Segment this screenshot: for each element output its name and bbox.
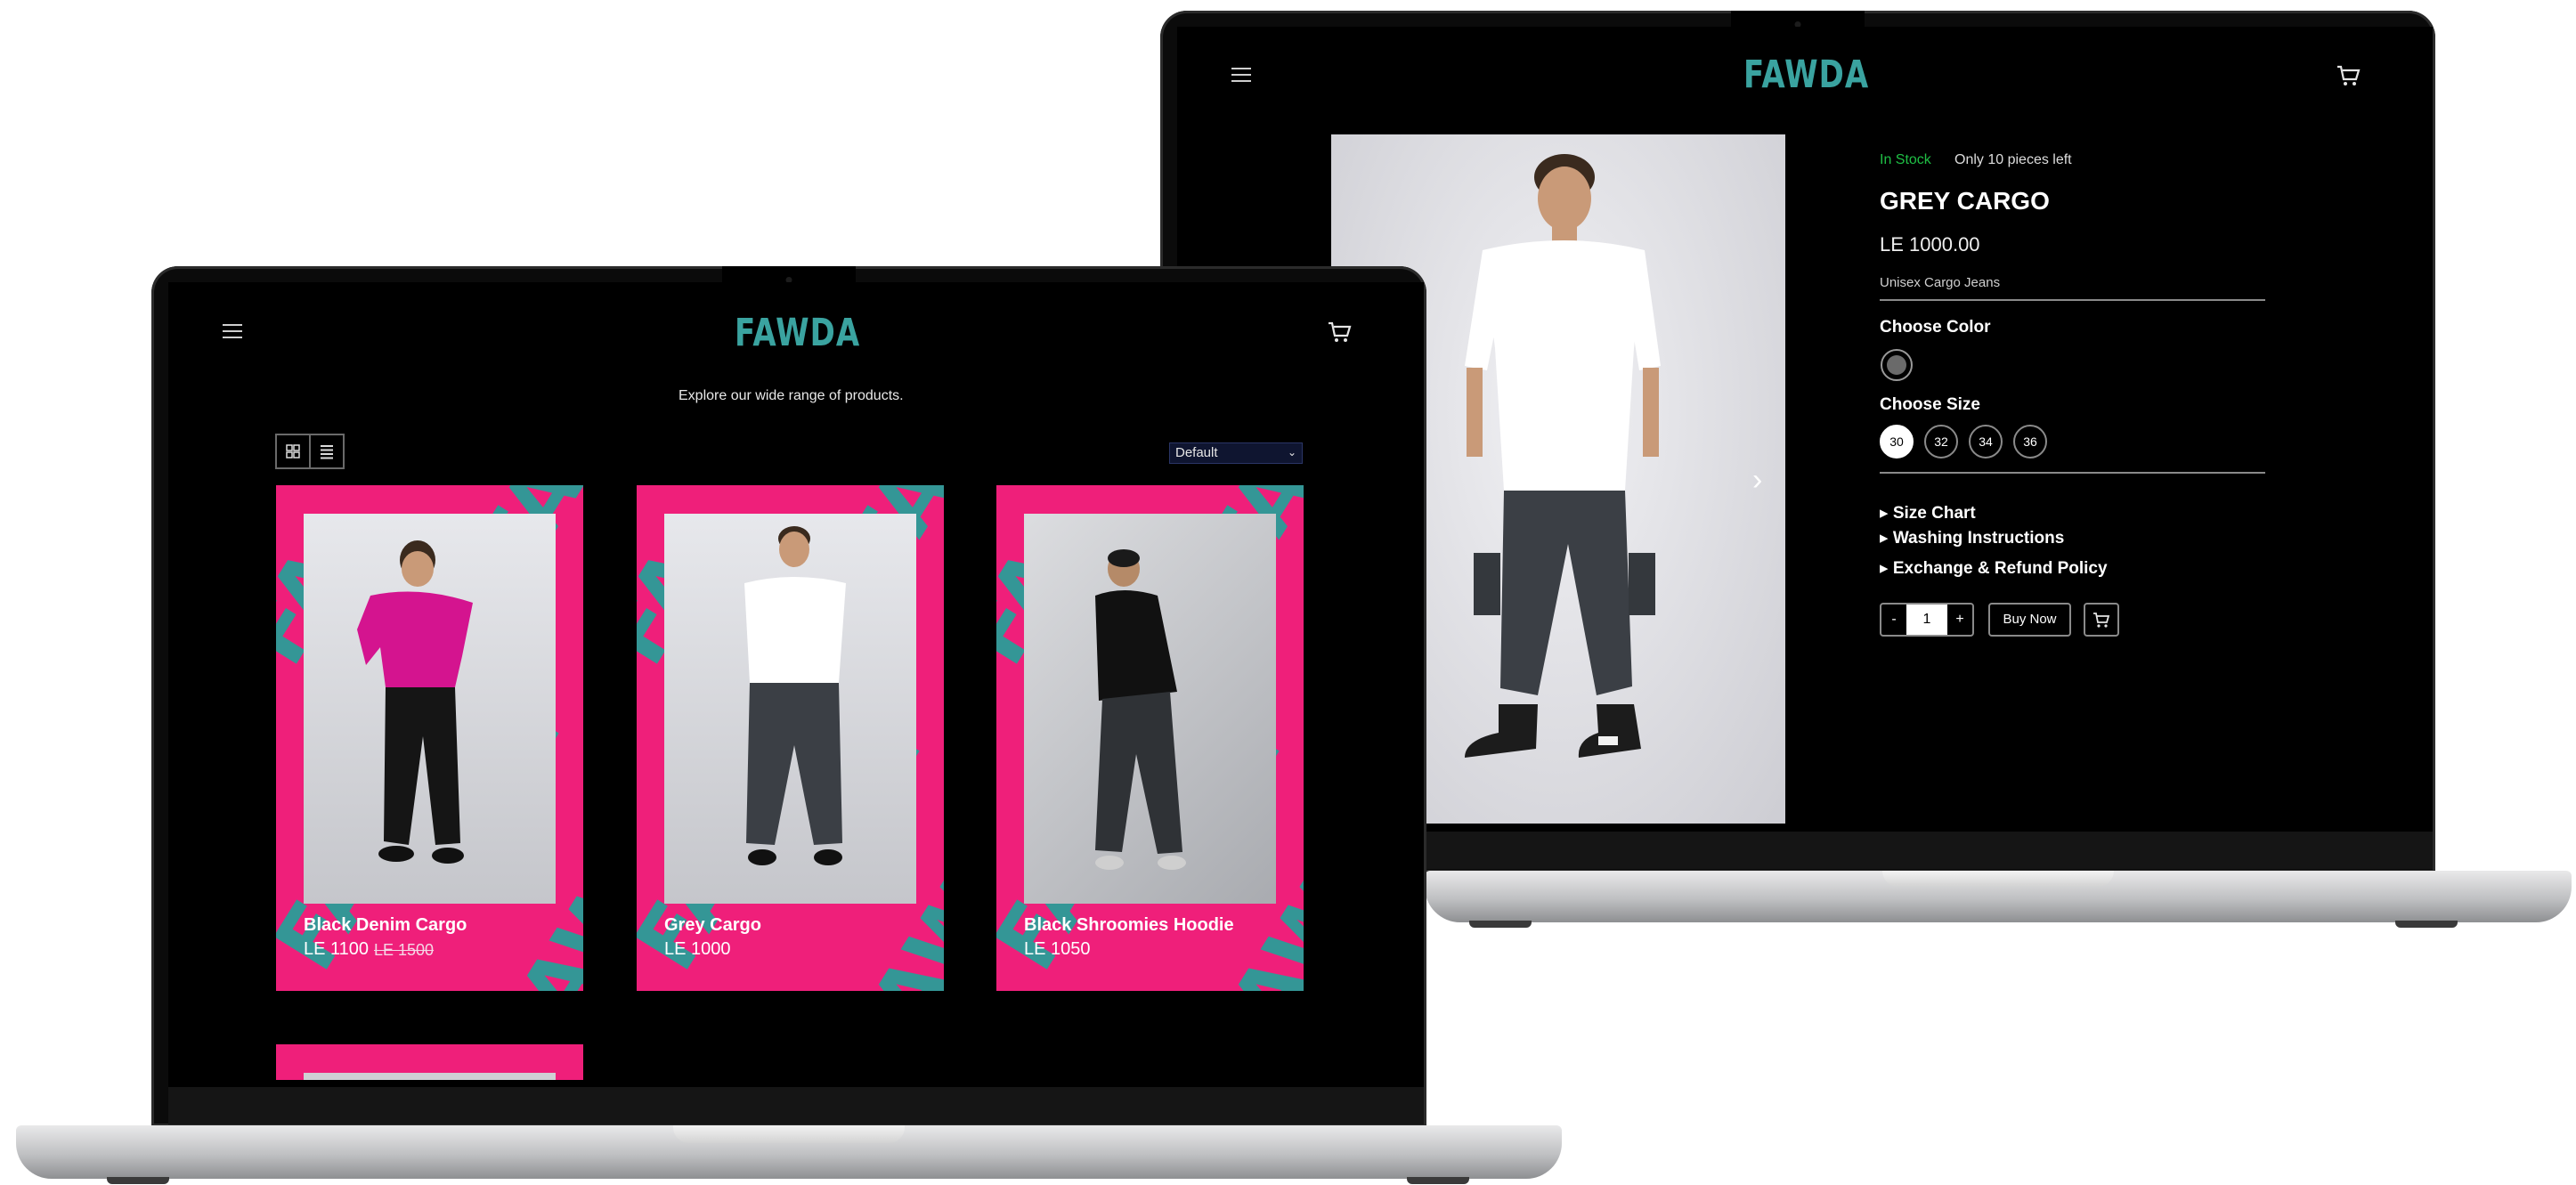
divider <box>1880 299 2265 301</box>
add-to-cart-button[interactable] <box>2084 603 2119 637</box>
qty-increment-button[interactable]: + <box>1947 605 1972 635</box>
product-image <box>664 514 916 904</box>
sort-select[interactable]: Default ⌄ <box>1169 442 1303 464</box>
product-old-price: LE 1500 <box>374 941 435 959</box>
cart-icon <box>2093 613 2110 628</box>
product-image <box>304 514 556 904</box>
stock-remaining: Only 10 pieces left <box>1954 152 2072 167</box>
figure-pants <box>746 683 842 845</box>
menu-icon[interactable] <box>1231 68 1251 82</box>
product-name: Grey Cargo <box>664 915 761 935</box>
accordion-washing-instructions[interactable]: ▸ Washing Instructions <box>1880 528 2064 548</box>
sort-selected-value: Default <box>1175 445 1218 460</box>
chevron-down-icon: ⌄ <box>1287 446 1296 459</box>
shop-tagline: Explore our wide range of products. <box>679 388 904 403</box>
product-card[interactable]: FAFA FAWFAWDA F Grey Cargo LE 1000 <box>637 485 944 991</box>
accordion-label: Size Chart <box>1892 504 1976 523</box>
product-price: LE 1000.00 <box>1880 233 1980 256</box>
front-laptop-base <box>16 1125 1562 1179</box>
back-laptop-base <box>1425 871 2572 922</box>
qty-decrement-button[interactable]: - <box>1881 605 1906 635</box>
product-card[interactable]: FAFA FAWFAWDA F Black Denim Cargo LE 110… <box>276 485 583 991</box>
figure-shirt <box>744 577 846 683</box>
stock-status: In Stock <box>1880 152 1931 167</box>
figure-shirt <box>1095 590 1177 701</box>
product-name: Black Shroomies Hoodie <box>1024 915 1234 935</box>
product-subtitle: Unisex Cargo Jeans <box>1880 275 2001 290</box>
grid-icon <box>286 444 300 459</box>
choose-color-label: Choose Color <box>1880 318 1991 337</box>
next-image-arrow[interactable]: › <box>1752 463 1762 498</box>
size-option-30[interactable]: 30 <box>1880 425 1914 459</box>
quantity-stepper: - 1 + <box>1880 603 1974 637</box>
site-logo[interactable]: FAWDA <box>735 311 860 355</box>
product-price: LE 1000 <box>664 939 731 959</box>
list-view-button[interactable] <box>309 434 345 469</box>
choose-size-label: Choose Size <box>1880 395 1980 414</box>
color-swatch-grey[interactable] <box>1881 349 1913 381</box>
grid-view-button[interactable] <box>275 434 311 469</box>
size-option-34[interactable]: 34 <box>1969 425 2003 459</box>
product-card[interactable]: FAFA FAWFAWDA F Black Shroomies Hoodie L… <box>996 485 1304 991</box>
product-price: LE 1100 <box>304 939 370 959</box>
list-icon <box>321 445 333 459</box>
figure-pants <box>1095 692 1182 854</box>
size-option-32[interactable]: 32 <box>1924 425 1958 459</box>
front-laptop-chin <box>168 1087 1424 1124</box>
accordion-size-chart[interactable]: ▸ Size Chart <box>1880 503 1976 524</box>
cart-icon[interactable] <box>2336 64 2361 87</box>
qty-input[interactable]: 1 <box>1906 605 1947 635</box>
product-price: LE 1050 <box>1024 939 1091 959</box>
menu-icon[interactable] <box>223 324 242 338</box>
accordion-label: Washing Instructions <box>1892 529 2065 548</box>
accordion-exchange-refund[interactable]: ▸ Exchange & Refund Policy <box>1880 558 2108 579</box>
site-logo[interactable]: FAWDA <box>1743 53 1869 97</box>
figure-shirt <box>357 591 473 687</box>
figure-pants <box>384 687 460 845</box>
product-card[interactable] <box>276 1044 583 1080</box>
divider <box>1880 472 2265 474</box>
product-title: GREY CARGO <box>1880 187 2050 215</box>
buy-now-button[interactable]: Buy Now <box>1988 603 2071 637</box>
product-image <box>1024 514 1276 904</box>
accordion-label: Exchange & Refund Policy <box>1892 559 2108 578</box>
product-name: Black Denim Cargo <box>304 915 467 935</box>
cart-icon[interactable] <box>1327 321 1352 344</box>
size-option-36[interactable]: 36 <box>2013 425 2047 459</box>
